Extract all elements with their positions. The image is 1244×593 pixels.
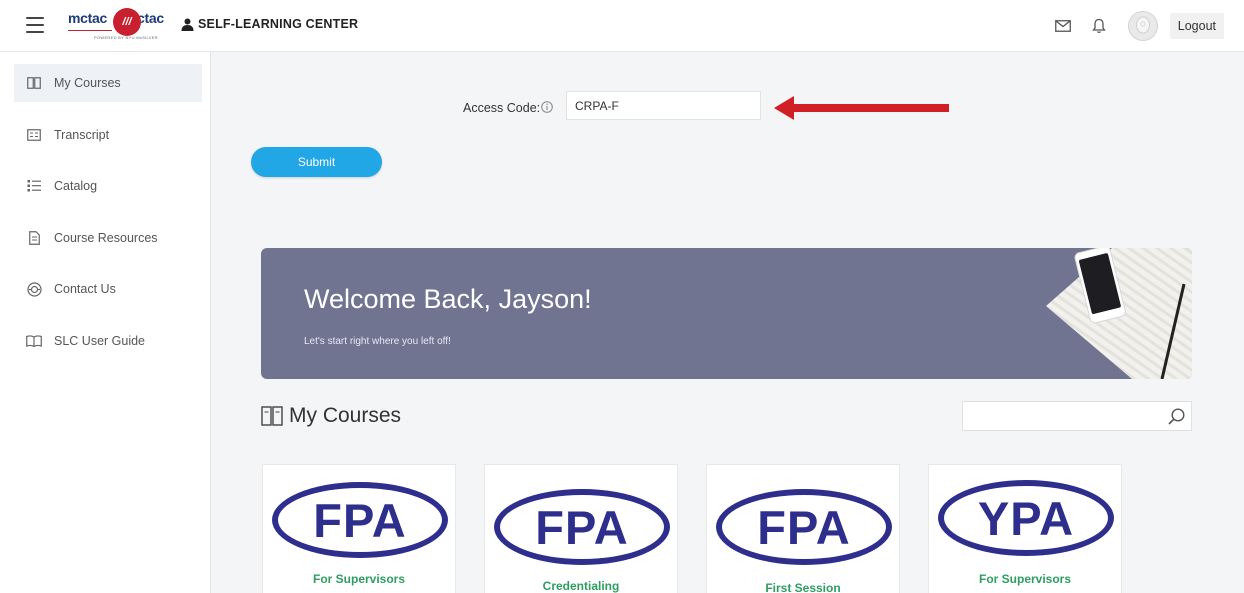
sidebar-item-label: Course Resources xyxy=(54,231,158,245)
list-box-icon xyxy=(26,127,42,143)
sidebar-item-my-courses[interactable]: My Courses xyxy=(14,64,202,102)
sidebar-item-course-resources[interactable]: Course Resources xyxy=(14,219,202,257)
course-badge: FPA xyxy=(494,489,670,565)
phone-notebook-illustration xyxy=(1046,248,1192,379)
sidebar: My Courses Transcript Catalog Course Res… xyxy=(0,52,211,593)
logo-ctac-text: ctac xyxy=(136,10,164,26)
logout-button[interactable]: Logout xyxy=(1169,13,1224,39)
welcome-subtitle: Let's start right where you left off! xyxy=(304,336,451,347)
hamburger-menu-icon[interactable] xyxy=(26,17,44,33)
search-icon[interactable] xyxy=(1161,402,1191,430)
top-header: mctac ctac /// POWERED BY NYU McSILVER SE… xyxy=(0,0,1244,52)
document-icon xyxy=(26,230,42,246)
sidebar-item-label: SLC User Guide xyxy=(54,334,146,348)
course-card[interactable]: FPA First Session xyxy=(706,464,900,593)
sidebar-item-transcript[interactable]: Transcript xyxy=(14,116,202,154)
course-badge: FPA xyxy=(716,489,892,565)
user-placeholder-icon xyxy=(1135,16,1150,34)
sidebar-item-contact-us[interactable]: Contact Us xyxy=(14,270,202,308)
logo-mark-icon: /// xyxy=(113,8,141,36)
course-search xyxy=(962,401,1192,431)
course-subtitle: For Supervisors xyxy=(978,572,1072,586)
sidebar-item-label: Catalog xyxy=(54,179,98,193)
red-arrow-annotation-icon xyxy=(774,96,949,120)
list-icon xyxy=(26,178,42,194)
course-subtitle: For Supervisors xyxy=(312,572,406,586)
avatar[interactable] xyxy=(1127,11,1158,41)
course-subtitle: First Session xyxy=(765,581,841,593)
course-card[interactable]: FPA For Supervisors xyxy=(262,464,456,593)
course-subtitle: Credentialing xyxy=(542,579,620,593)
access-code-label: Access Code: xyxy=(463,101,541,115)
sidebar-item-label: Transcript xyxy=(54,128,110,142)
sidebar-item-label: Contact Us xyxy=(54,282,116,296)
sidebar-item-catalog[interactable]: Catalog xyxy=(14,167,202,205)
course-badge: FPA xyxy=(272,482,448,558)
sidebar-item-label: My Courses xyxy=(54,76,121,90)
headset-icon xyxy=(26,281,42,297)
logo-subtitle: POWERED BY NYU McSILVER xyxy=(94,35,158,40)
info-icon[interactable] xyxy=(541,100,553,118)
book-icon xyxy=(26,333,42,349)
my-courses-title-text: My Courses xyxy=(289,404,402,427)
sidebar-item-slc-user-guide[interactable]: SLC User Guide xyxy=(14,322,202,360)
book-open-icon xyxy=(261,406,283,426)
mail-icon[interactable] xyxy=(1052,15,1074,37)
person-icon xyxy=(181,18,194,31)
course-card[interactable]: FPA Credentialing xyxy=(484,464,678,593)
bell-icon[interactable] xyxy=(1088,15,1110,37)
welcome-title: Welcome Back, Jayson! xyxy=(304,284,592,314)
brand-title: SELF-LEARNING CENTER xyxy=(181,17,358,31)
welcome-banner: Welcome Back, Jayson! Let's start right … xyxy=(261,248,1192,379)
brand-label: SELF-LEARNING CENTER xyxy=(198,17,359,31)
my-courses-heading: My Courses xyxy=(261,404,401,428)
logo-mctac-text: mctac xyxy=(68,10,107,26)
course-search-input[interactable] xyxy=(963,402,1161,430)
access-code-input[interactable] xyxy=(566,91,761,120)
course-card[interactable]: YPA For Supervisors xyxy=(928,464,1122,593)
submit-button[interactable]: Submit xyxy=(251,147,382,177)
course-badge: YPA xyxy=(938,480,1114,556)
mctac-ctac-logo[interactable]: mctac ctac /// POWERED BY NYU McSILVER xyxy=(68,8,176,44)
book-open-icon xyxy=(26,75,42,91)
